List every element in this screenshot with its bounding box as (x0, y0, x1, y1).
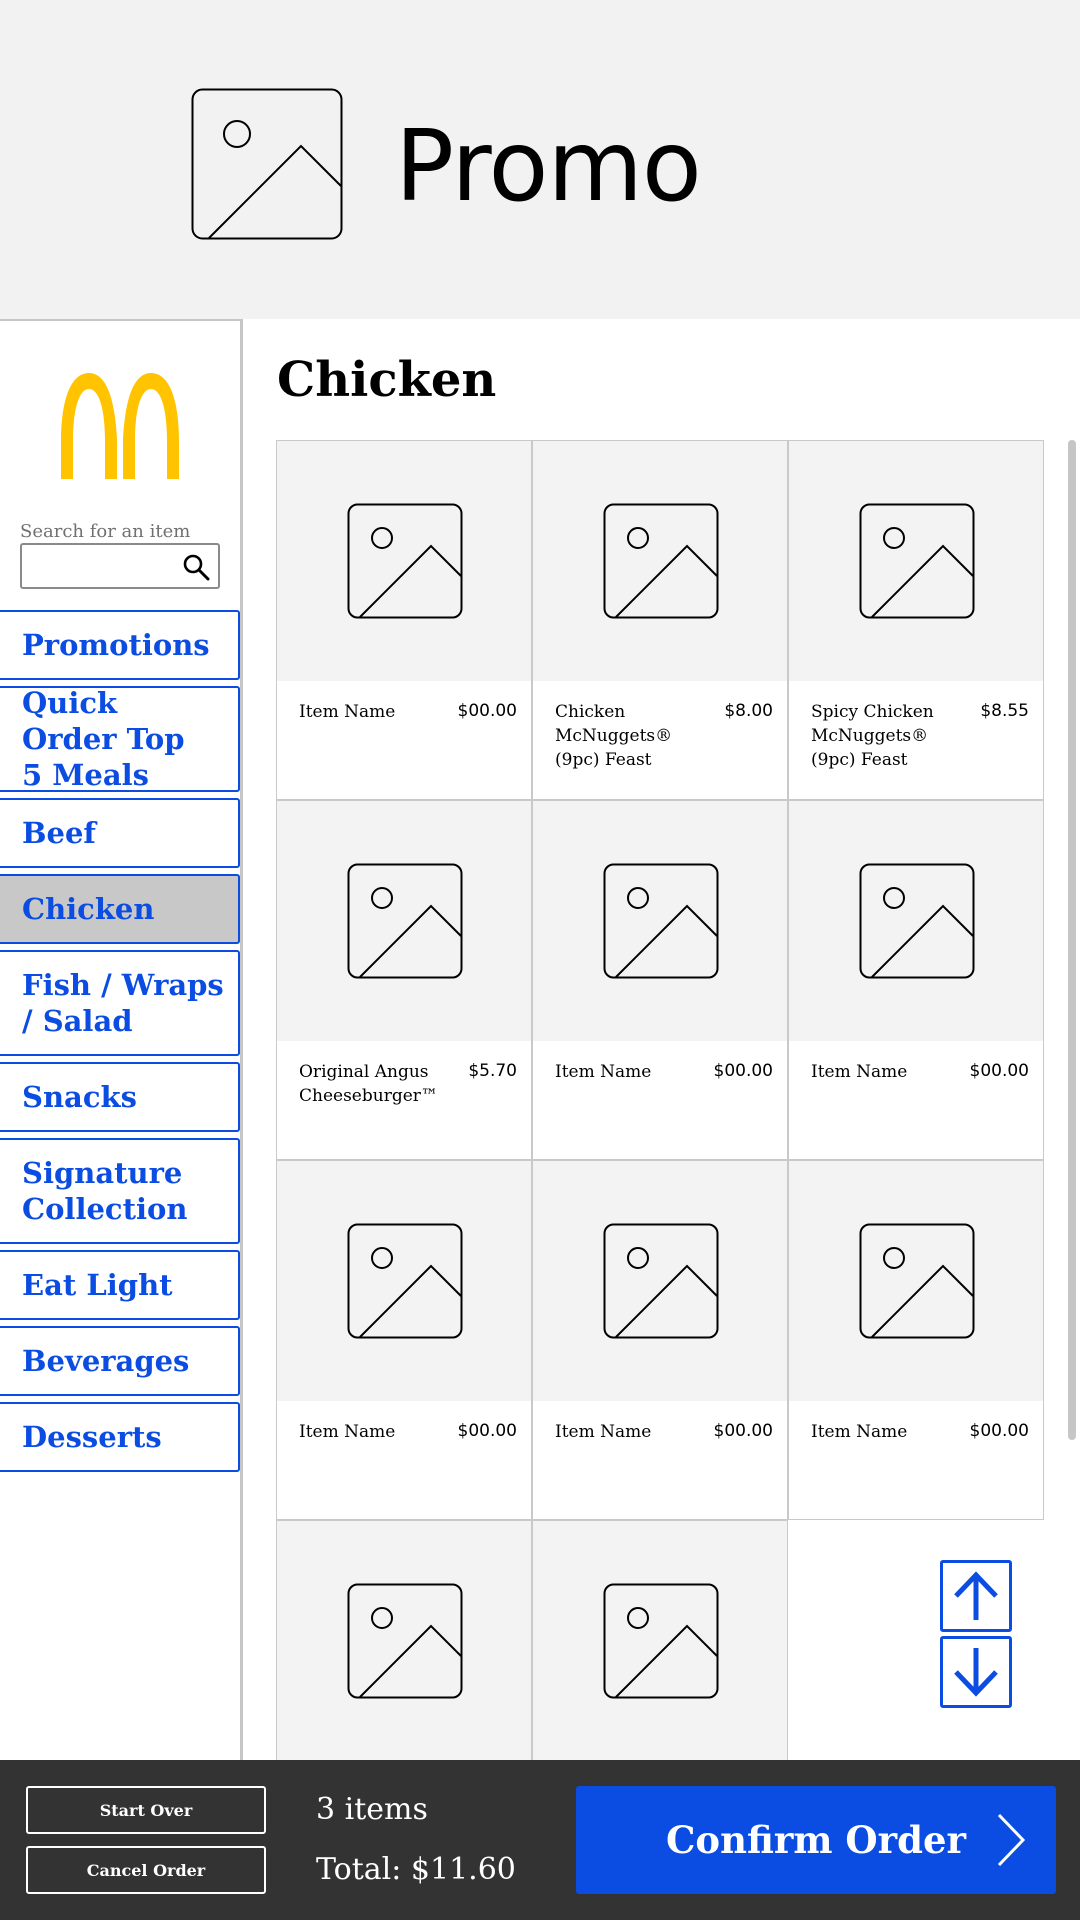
item-name: Item Name (811, 1422, 908, 1442)
item-image (277, 801, 531, 1041)
image-placeholder-icon (347, 863, 463, 979)
image-placeholder-icon (859, 503, 975, 619)
category-label: Promotions (22, 628, 210, 662)
menu-item-grid: Item Name $00.00 Chicken McNuggets® (9pc) … (276, 440, 1044, 1760)
category-snacks[interactable]: Snacks (0, 1062, 240, 1132)
image-placeholder-icon (603, 863, 719, 979)
category-promotions[interactable]: Promotions (0, 610, 240, 680)
items-count: 3 items (316, 1792, 428, 1827)
category-label: Desserts (22, 1420, 162, 1454)
item-price: $00.00 (713, 1061, 773, 1081)
item-image (533, 1521, 787, 1760)
category-label: Chicken (22, 892, 155, 926)
confirm-order-button[interactable]: Confirm Order (576, 1786, 1056, 1894)
item-price: $00.00 (457, 701, 517, 721)
scrollbar-thumb[interactable] (1068, 440, 1076, 1440)
item-price: $5.70 (468, 1061, 517, 1081)
search-field[interactable] (20, 543, 220, 589)
image-placeholder-icon (859, 863, 975, 979)
section-title: Chicken (277, 352, 497, 408)
item-price: $00.00 (969, 1061, 1029, 1081)
item-name: Spicy Chicken McNuggets® (9pc) Feast (811, 702, 934, 770)
category-label: Eat Light (22, 1268, 173, 1302)
search-label: Search for an item (20, 521, 191, 542)
menu-item-tile[interactable]: Item Name $00.00 (788, 1160, 1044, 1520)
menu-item-tile[interactable]: Item Name $00.00 (788, 800, 1044, 1160)
image-placeholder-icon (859, 1223, 975, 1339)
category-beef[interactable]: Beef (0, 798, 240, 868)
item-price: $8.55 (980, 701, 1029, 721)
cancel-order-button[interactable]: Cancel Order (26, 1846, 266, 1894)
item-image (277, 441, 531, 681)
menu-item-tile[interactable]: Item Name $00.00 (276, 1160, 532, 1520)
search-icon[interactable] (182, 553, 210, 581)
menu-item-tile[interactable]: Original Angus Cheeseburger™ $5.70 (276, 800, 532, 1160)
menu-item-tile[interactable]: Item Name $00.00 (532, 800, 788, 1160)
category-signature-collection[interactable]: Signature Collection (0, 1138, 240, 1244)
category-desserts[interactable]: Desserts (0, 1402, 240, 1472)
image-placeholder-icon (603, 1223, 719, 1339)
arrow-down-icon (954, 1648, 998, 1697)
category-label: Snacks (22, 1080, 137, 1114)
item-image (789, 801, 1043, 1041)
item-name: Original Angus Cheeseburger™ (299, 1062, 438, 1106)
menu-item-tile[interactable]: Item Name $00.00 (276, 440, 532, 800)
order-footer: Start Over Cancel Order 3 items Total: $… (0, 1760, 1080, 1920)
item-image (789, 441, 1043, 681)
image-placeholder-icon (347, 1583, 463, 1699)
item-price: $00.00 (457, 1421, 517, 1441)
mcdonalds-arches-logo (61, 373, 179, 479)
scroll-down-button[interactable] (940, 1636, 1012, 1708)
category-label: Quick Order Top 5 Meals (22, 686, 185, 792)
item-image (277, 1521, 531, 1760)
item-name: Item Name (555, 1062, 652, 1082)
item-image (789, 1161, 1043, 1401)
scroll-up-button[interactable] (940, 1560, 1012, 1632)
menu-item-tile[interactable] (532, 1520, 788, 1760)
category-label: Beverages (22, 1344, 190, 1378)
confirm-order-label: Confirm Order (665, 1818, 967, 1862)
category-label: Signature Collection (22, 1156, 188, 1226)
image-placeholder-icon (603, 503, 719, 619)
item-price: $00.00 (969, 1421, 1029, 1441)
category-quick-order[interactable]: Quick Order Top 5 Meals (0, 686, 240, 792)
chevron-right-icon (997, 1813, 1026, 1867)
menu-item-tile[interactable]: Chicken McNuggets® (9pc) Feast $8.00 (532, 440, 788, 800)
category-beverages[interactable]: Beverages (0, 1326, 240, 1396)
category-eat-light[interactable]: Eat Light (0, 1250, 240, 1320)
arrow-up-icon (954, 1571, 998, 1620)
item-name: Chicken McNuggets® (9pc) Feast (555, 702, 673, 770)
image-placeholder-icon (603, 1583, 719, 1699)
item-name: Item Name (555, 1422, 652, 1442)
menu-item-tile[interactable]: Item Name $00.00 (532, 1160, 788, 1520)
category-fish-wraps-salad[interactable]: Fish / Wraps / Salad (0, 950, 240, 1056)
menu-item-tile[interactable]: Spicy Chicken McNuggets® (9pc) Feast $8.5… (788, 440, 1044, 800)
item-image (533, 441, 787, 681)
item-price: $8.00 (724, 701, 773, 721)
item-name: Item Name (811, 1062, 908, 1082)
category-label: Fish / Wraps / Salad (22, 968, 224, 1038)
image-placeholder-icon (191, 88, 343, 240)
category-chicken[interactable]: Chicken (0, 874, 240, 944)
image-placeholder-icon (347, 1223, 463, 1339)
search-input[interactable] (26, 549, 176, 583)
image-placeholder-icon (347, 503, 463, 619)
scroll-controls (788, 1520, 1044, 1760)
start-over-button[interactable]: Start Over (26, 1786, 266, 1834)
promo-banner[interactable]: Promo (0, 0, 1080, 319)
item-name: Item Name (299, 1422, 396, 1442)
menu-item-tile[interactable] (276, 1520, 532, 1760)
item-name: Item Name (299, 702, 396, 722)
order-total: Total: $11.60 (316, 1852, 516, 1887)
item-image (533, 1161, 787, 1401)
scrollbar[interactable] (1066, 440, 1080, 1760)
promo-title: Promo (395, 110, 702, 224)
item-image (277, 1161, 531, 1401)
category-sidebar: Search for an item Promotions Quick Orde… (0, 319, 243, 1760)
item-image (533, 801, 787, 1041)
item-price: $00.00 (713, 1421, 773, 1441)
category-label: Beef (22, 816, 96, 850)
